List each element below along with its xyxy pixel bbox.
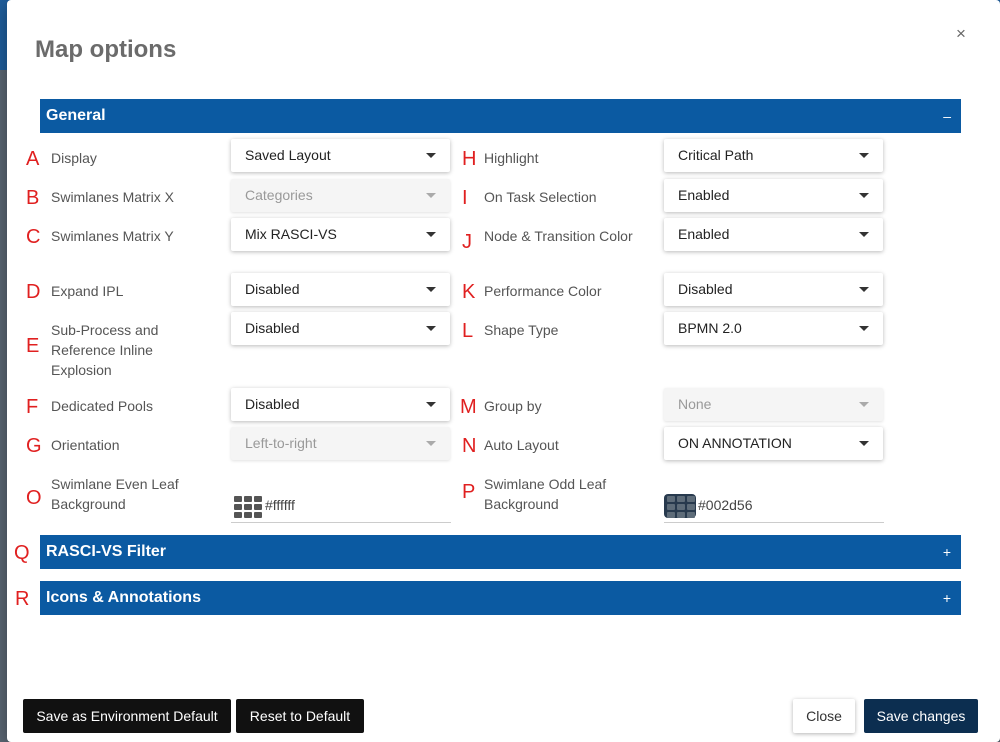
- marker-letter: P: [462, 481, 476, 503]
- marker-letter: Q: [14, 542, 30, 564]
- marker-letter: B: [26, 187, 40, 209]
- caret-down-icon: [426, 232, 436, 237]
- caret-down-icon: [426, 441, 436, 446]
- label-group-by: Group by: [484, 398, 542, 414]
- color-swatch-icon[interactable]: [664, 494, 696, 518]
- select-value: None: [678, 396, 712, 412]
- marker-letter: F: [26, 396, 39, 418]
- label-shape-type: Shape Type: [484, 322, 559, 338]
- save-changes-button[interactable]: Save changes: [864, 699, 978, 733]
- section-general-header[interactable]: General –: [40, 99, 961, 133]
- label-node-transition-color: Node & Transition Color: [484, 228, 633, 244]
- color-swatch-icon[interactable]: [231, 494, 263, 518]
- caret-down-icon: [859, 153, 869, 158]
- label-subprocess-inline-explosion: Sub-Process and Reference Inline Explosi…: [51, 322, 159, 378]
- select-dedicated-pools[interactable]: Disabled: [231, 388, 450, 421]
- select-value: Disabled: [245, 396, 300, 412]
- section-rasci-filter-header[interactable]: RASCI-VS Filter +: [40, 535, 961, 569]
- select-value: Critical Path: [678, 147, 754, 163]
- label-orientation: Orientation: [51, 437, 120, 453]
- select-swimlanes-matrix-x: Categories: [231, 179, 450, 212]
- label-dedicated-pools: Dedicated Pools: [51, 398, 153, 414]
- select-subprocess-inline-explosion[interactable]: Disabled: [231, 312, 450, 345]
- section-rasci-filter-label: RASCI-VS Filter: [46, 543, 167, 560]
- section-general-label: General: [46, 107, 106, 124]
- select-highlight[interactable]: Critical Path: [664, 139, 883, 172]
- marker-letter: O: [26, 487, 42, 509]
- marker-letter: I: [462, 187, 468, 209]
- section-icons-annotations-header[interactable]: Icons & Annotations +: [40, 581, 961, 615]
- map-options-dialog: Map options × General – A Display Saved …: [7, 0, 1000, 742]
- select-value: Enabled: [678, 187, 730, 203]
- select-value: ON ANNOTATION: [678, 435, 792, 451]
- caret-down-icon: [426, 153, 436, 158]
- color-input-even-leaf[interactable]: #ffffff: [231, 489, 451, 523]
- marker-letter: L: [462, 320, 474, 342]
- marker-letter: N: [462, 435, 477, 457]
- label-highlight: Highlight: [484, 150, 539, 166]
- label-swimlanes-matrix-y: Swimlanes Matrix Y: [51, 228, 174, 244]
- caret-down-icon: [859, 441, 869, 446]
- label-auto-layout: Auto Layout: [484, 437, 559, 453]
- select-value: Disabled: [678, 281, 733, 297]
- label-on-task-selection: On Task Selection: [484, 189, 597, 205]
- select-value: Disabled: [245, 281, 300, 297]
- close-button[interactable]: Close: [793, 699, 855, 733]
- select-value: Enabled: [678, 226, 730, 242]
- marker-letter: E: [26, 335, 40, 357]
- select-shape-type[interactable]: BPMN 2.0: [664, 312, 883, 345]
- label-even-leaf-background: Swimlane Even Leaf Background: [51, 476, 179, 512]
- expand-icon[interactable]: +: [943, 581, 951, 615]
- reset-default-button[interactable]: Reset to Default: [236, 699, 364, 733]
- marker-letter: J: [462, 231, 472, 253]
- select-value: Left-to-right: [245, 435, 317, 451]
- select-orientation: Left-to-right: [231, 427, 450, 460]
- select-value: Categories: [245, 187, 313, 203]
- label-swimlanes-matrix-x: Swimlanes Matrix X: [51, 189, 174, 205]
- select-value: Mix RASCI-VS: [245, 226, 337, 242]
- select-on-task-selection[interactable]: Enabled: [664, 179, 883, 212]
- caret-down-icon: [859, 326, 869, 331]
- caret-down-icon: [859, 232, 869, 237]
- color-value: #002d56: [698, 497, 753, 513]
- marker-letter: K: [462, 281, 476, 303]
- color-value: #ffffff: [265, 497, 295, 513]
- save-environment-default-button[interactable]: Save as Environment Default: [23, 699, 231, 733]
- select-value: Saved Layout: [245, 147, 331, 163]
- expand-icon[interactable]: +: [943, 535, 951, 569]
- caret-down-icon: [426, 402, 436, 407]
- select-group-by: None: [664, 388, 883, 421]
- select-value: BPMN 2.0: [678, 320, 742, 336]
- caret-down-icon: [859, 287, 869, 292]
- label-odd-leaf-background: Swimlane Odd Leaf Background: [484, 476, 607, 512]
- label-expand-ipl: Expand IPL: [51, 283, 124, 299]
- caret-down-icon: [859, 193, 869, 198]
- modal-title: Map options: [35, 36, 177, 63]
- select-swimlanes-matrix-y[interactable]: Mix RASCI-VS: [231, 218, 450, 251]
- select-display[interactable]: Saved Layout: [231, 139, 450, 172]
- caret-down-icon: [426, 193, 436, 198]
- marker-letter: M: [460, 396, 477, 418]
- label-display: Display: [51, 150, 97, 166]
- caret-down-icon: [426, 287, 436, 292]
- collapse-icon[interactable]: –: [943, 99, 951, 133]
- marker-letter: G: [26, 435, 42, 457]
- section-icons-annotations-label: Icons & Annotations: [46, 589, 201, 606]
- color-input-odd-leaf[interactable]: #002d56: [664, 489, 884, 523]
- marker-letter: H: [462, 148, 477, 170]
- select-performance-color[interactable]: Disabled: [664, 273, 883, 306]
- close-icon[interactable]: ×: [953, 25, 969, 42]
- select-value: Disabled: [245, 320, 300, 336]
- select-node-transition-color[interactable]: Enabled: [664, 218, 883, 251]
- marker-letter: D: [26, 281, 41, 303]
- select-auto-layout[interactable]: ON ANNOTATION: [664, 427, 883, 460]
- marker-letter: C: [26, 226, 41, 248]
- caret-down-icon: [859, 402, 869, 407]
- select-expand-ipl[interactable]: Disabled: [231, 273, 450, 306]
- marker-letter: A: [26, 148, 40, 170]
- marker-letter: R: [15, 588, 30, 610]
- label-performance-color: Performance Color: [484, 283, 602, 299]
- caret-down-icon: [426, 326, 436, 331]
